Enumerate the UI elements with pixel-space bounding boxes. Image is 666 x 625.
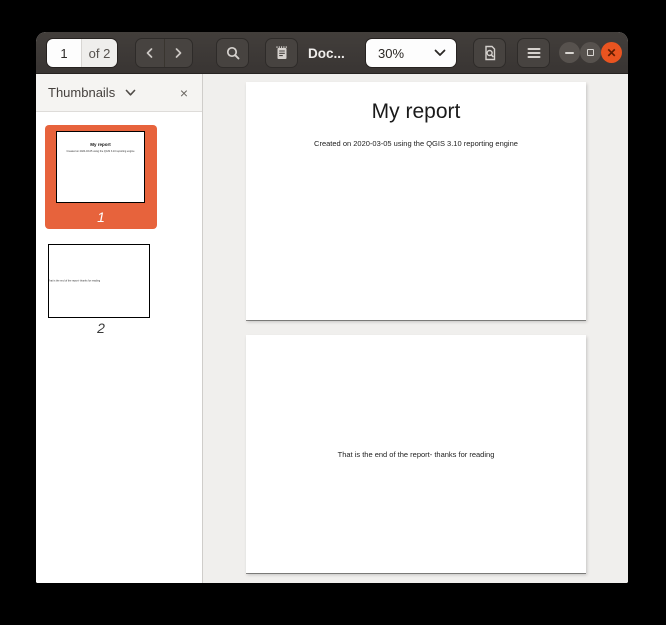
close-window-button[interactable]: ✕ xyxy=(601,42,622,63)
chevron-left-icon xyxy=(144,47,156,59)
document-zoom-icon xyxy=(482,45,498,61)
annotate-button[interactable] xyxy=(265,38,298,68)
hamburger-menu-icon xyxy=(527,47,541,59)
annotate-icon xyxy=(274,45,290,61)
sidebar-mode-dropdown[interactable]: Thumbnails xyxy=(48,85,136,100)
minimize-icon xyxy=(565,52,574,54)
sidebar-header: Thumbnails × xyxy=(36,74,202,112)
document-page-1: My report Created on 2020-03-05 using th… xyxy=(246,82,586,320)
thumbnail-2-page-number: 2 xyxy=(45,320,157,336)
zoom-level-dropdown[interactable]: 30% xyxy=(365,38,457,68)
close-icon: ✕ xyxy=(606,47,616,59)
maximize-icon xyxy=(587,49,594,56)
document-viewer-window: of 2 xyxy=(36,32,628,583)
sidebar-title: Thumbnails xyxy=(48,85,115,100)
page-nav-group xyxy=(135,38,193,68)
sidebar-close-button[interactable]: × xyxy=(180,86,188,100)
page-1-subtitle: Created on 2020-03-05 using the QGIS 3.1… xyxy=(246,139,586,148)
page-2-body: That is the end of the report- thanks fo… xyxy=(338,450,495,459)
document-page-2: That is the end of the report- thanks fo… xyxy=(246,335,586,573)
chevron-down-icon xyxy=(434,49,446,57)
thumbnail-1-page-number: 1 xyxy=(45,209,157,225)
page-1-title: My report xyxy=(246,100,586,124)
previous-page-button[interactable] xyxy=(136,39,164,67)
main-menu-button[interactable] xyxy=(517,38,550,68)
thumbnails-sidebar: Thumbnails × My report Created on 2020-0… xyxy=(36,74,203,583)
zoom-level-value: 30% xyxy=(378,46,434,61)
page-number-input[interactable] xyxy=(47,39,81,67)
thumbnail-list: My report Created on 2020-03-05 using th… xyxy=(36,113,202,583)
chevron-right-icon xyxy=(172,47,184,59)
page-count-label: of 2 xyxy=(81,39,117,67)
search-icon xyxy=(225,45,241,61)
thumbnail-page-2[interactable]: That is the end of the report- thanks fo… xyxy=(45,232,157,336)
maximize-button[interactable] xyxy=(580,42,601,63)
header-bar: of 2 xyxy=(36,32,628,74)
page-number-group: of 2 xyxy=(46,38,118,68)
document-scroll-area[interactable]: My report Created on 2020-03-05 using th… xyxy=(204,74,628,583)
document-title-label: Doc... xyxy=(308,32,345,74)
thumbnail-1-title: My report xyxy=(57,142,144,147)
thumbnail-page-1-selected[interactable]: My report Created on 2020-03-05 using th… xyxy=(45,125,157,229)
screenshot-stage: of 2 xyxy=(0,0,666,625)
minimize-button[interactable] xyxy=(559,42,580,63)
next-page-button[interactable] xyxy=(164,39,193,67)
thumbnail-page-1-preview: My report Created on 2020-03-05 using th… xyxy=(56,131,145,203)
thumbnail-2-body: That is the end of the report- thanks fo… xyxy=(48,280,112,283)
thumbnail-1-body: Created on 2020-03-05 using the QGIS 3.1… xyxy=(57,150,144,153)
document-view-options-button[interactable] xyxy=(473,38,506,68)
thumbnail-page-2-preview: That is the end of the report- thanks fo… xyxy=(48,244,150,318)
chevron-down-icon xyxy=(125,89,136,97)
search-button[interactable] xyxy=(216,38,249,68)
